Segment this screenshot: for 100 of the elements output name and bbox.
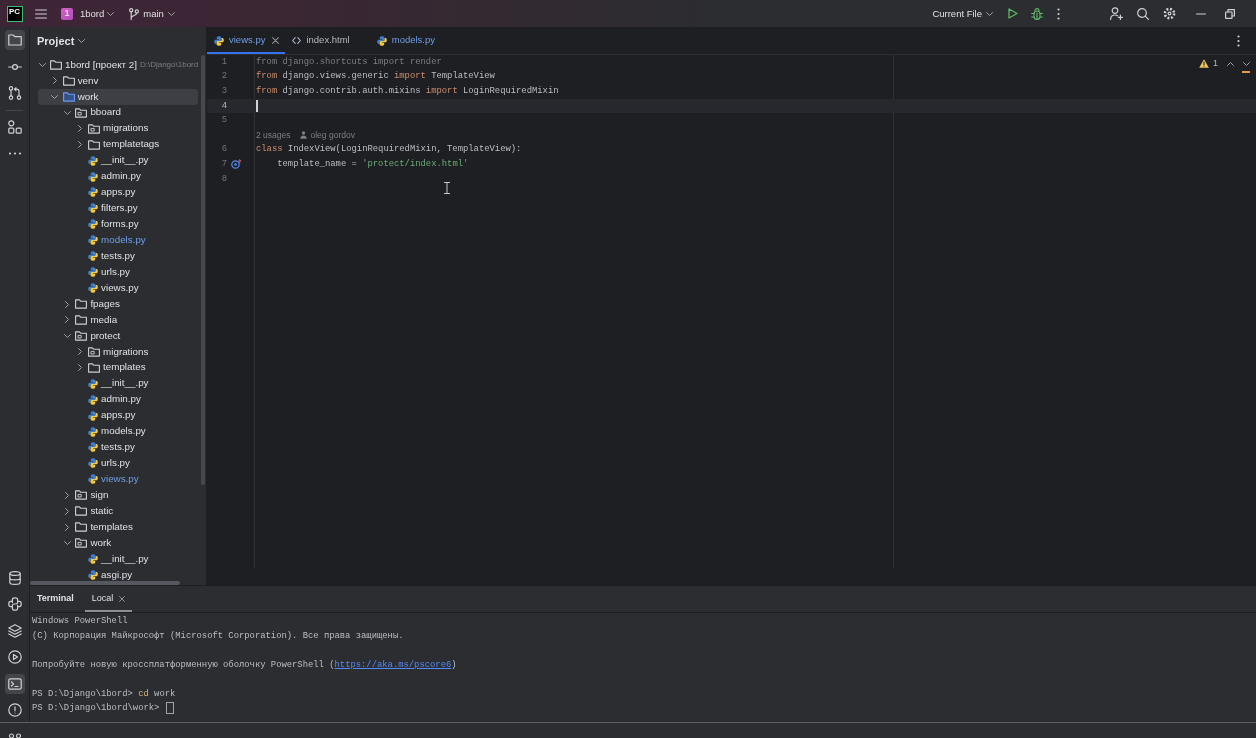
bug-icon[interactable] (1031, 7, 1043, 20)
project-selector[interactable]: 1 1bord (61, 7, 115, 20)
python-file-icon (88, 251, 99, 262)
database-icon (8, 570, 21, 585)
chevron-right-icon[interactable] (78, 125, 83, 133)
terminal-line: (C) Корпорация Майкрософт (Microsoft Corporation). Все права защищены. (32, 629, 404, 643)
usages-hint[interactable]: 2 usages (256, 131, 291, 140)
tree-item[interactable]: views.py (38, 471, 198, 488)
menu-icon[interactable] (35, 8, 47, 19)
tree-item[interactable]: templates (38, 359, 198, 376)
chevron-right-icon[interactable] (78, 348, 83, 356)
scrollbar[interactable] (30, 581, 180, 585)
chevron-down-icon[interactable] (63, 541, 71, 546)
gutter-marker-icon[interactable] (231, 159, 242, 170)
tree-item[interactable]: __init__.py (38, 551, 198, 567)
restore-icon[interactable] (1225, 8, 1235, 19)
tree-item[interactable]: 1bord [проект 2] D:\Django\1bord (38, 57, 198, 73)
terminal-tab[interactable]: Local (84, 586, 133, 612)
tree-item[interactable]: __init__.py (38, 152, 198, 169)
editor-tab[interactable]: views.py (207, 27, 286, 54)
chevron-down-icon (167, 11, 175, 16)
tree-item[interactable]: templatetags (38, 136, 198, 153)
tree-item[interactable]: apps.py (38, 407, 198, 424)
chevron-right-icon[interactable] (65, 491, 70, 499)
nodes-icon[interactable] (9, 733, 21, 738)
tree-item[interactable]: filters.py (38, 200, 198, 217)
tree-item[interactable]: bboard (38, 104, 198, 121)
folder-icon (75, 299, 88, 310)
warning-marker[interactable] (1242, 71, 1250, 73)
line-number: 2 (220, 72, 227, 82)
author-hint[interactable]: oleg gordov (310, 131, 355, 140)
tree-item[interactable]: tests.py (38, 248, 198, 265)
terminal-icon (7, 677, 22, 690)
tree-item[interactable]: static (38, 503, 198, 520)
python-file-icon (88, 219, 99, 230)
chevron-down-icon[interactable] (51, 94, 59, 99)
chevron-up-icon[interactable] (1227, 61, 1234, 66)
chevron-down-icon[interactable] (63, 333, 71, 338)
tree-item[interactable]: models.py (38, 423, 198, 440)
chevron-right-icon[interactable] (78, 141, 83, 149)
chevron-right-icon[interactable] (65, 507, 70, 515)
more-icon[interactable] (1057, 7, 1060, 20)
tree-item[interactable]: __init__.py (38, 375, 198, 392)
chevron-right-icon[interactable] (65, 316, 70, 324)
tree-item[interactable]: media (38, 312, 198, 328)
tree-item[interactable]: sign (38, 487, 198, 504)
line-number: 3 (220, 87, 227, 96)
chevron-right-icon[interactable] (52, 77, 57, 85)
package-folder-icon (75, 107, 88, 118)
line-number: 5 (220, 116, 227, 126)
warning-count[interactable]: 1 (1213, 59, 1218, 68)
editor-tab[interactable]: index.html (285, 27, 370, 54)
tree-item[interactable]: work (38, 535, 198, 552)
tool-window-button[interactable] (4, 673, 25, 694)
python-console-icon (7, 597, 22, 611)
run-configuration-selector[interactable]: Current File (932, 8, 993, 19)
more-icon[interactable] (1237, 34, 1240, 47)
terminal-line: PS D:\Django\1bord> cd work (32, 687, 176, 701)
warning-icon[interactable] (1199, 59, 1209, 68)
tree-item[interactable]: tests.py (38, 439, 198, 456)
tree-item[interactable]: migrations (38, 343, 198, 360)
branch-selector[interactable]: main (129, 7, 175, 20)
tree-item[interactable]: apps.py (38, 184, 198, 201)
settings-icon[interactable] (1163, 7, 1176, 20)
tree-item[interactable]: work (38, 88, 198, 105)
tree-item[interactable]: asgi.py (38, 567, 198, 583)
chevron-right-icon[interactable] (78, 364, 83, 372)
folder-icon (62, 91, 75, 102)
tree-item[interactable]: models.py (38, 232, 198, 249)
tree-item[interactable]: venv (38, 72, 198, 89)
tree-item[interactable]: templates (38, 519, 198, 536)
chevron-down-icon[interactable] (38, 62, 46, 67)
tree-item[interactable]: admin.py (38, 391, 198, 408)
tool-window-button[interactable] (4, 30, 25, 50)
editor-tab[interactable]: models.py (369, 27, 456, 54)
tree-item[interactable]: forms.py (38, 216, 198, 233)
tree-item[interactable]: migrations (38, 120, 198, 137)
search-icon[interactable] (1137, 7, 1149, 20)
tree-item[interactable]: urls.py (38, 455, 198, 472)
close-icon[interactable] (272, 37, 280, 44)
chevron-right-icon[interactable] (65, 523, 70, 531)
tree-item[interactable]: views.py (38, 280, 198, 297)
minimize-icon[interactable] (1196, 12, 1206, 15)
play-icon[interactable] (1008, 8, 1018, 19)
tree-item[interactable]: protect (38, 327, 198, 344)
panel-title-dropdown[interactable]: Project (37, 35, 86, 47)
tree-item[interactable]: urls.py (38, 264, 198, 281)
code-line: from django.views.generic import TemplateView (256, 72, 495, 82)
terminal-link[interactable]: https://aka.ms/pscore6 (334, 659, 452, 670)
python-file-icon (376, 35, 387, 46)
tree-item[interactable]: fpages (38, 296, 198, 312)
play-circle-icon (7, 650, 22, 664)
close-icon[interactable] (119, 596, 126, 602)
chevron-down-icon (78, 39, 86, 43)
chevron-down-icon[interactable] (63, 110, 71, 115)
folder-icon (62, 75, 75, 86)
tree-item[interactable]: admin.py (38, 168, 198, 185)
chevron-right-icon[interactable] (65, 300, 70, 308)
chevron-down-icon[interactable] (1243, 61, 1250, 66)
add-user-icon[interactable] (1110, 7, 1123, 20)
